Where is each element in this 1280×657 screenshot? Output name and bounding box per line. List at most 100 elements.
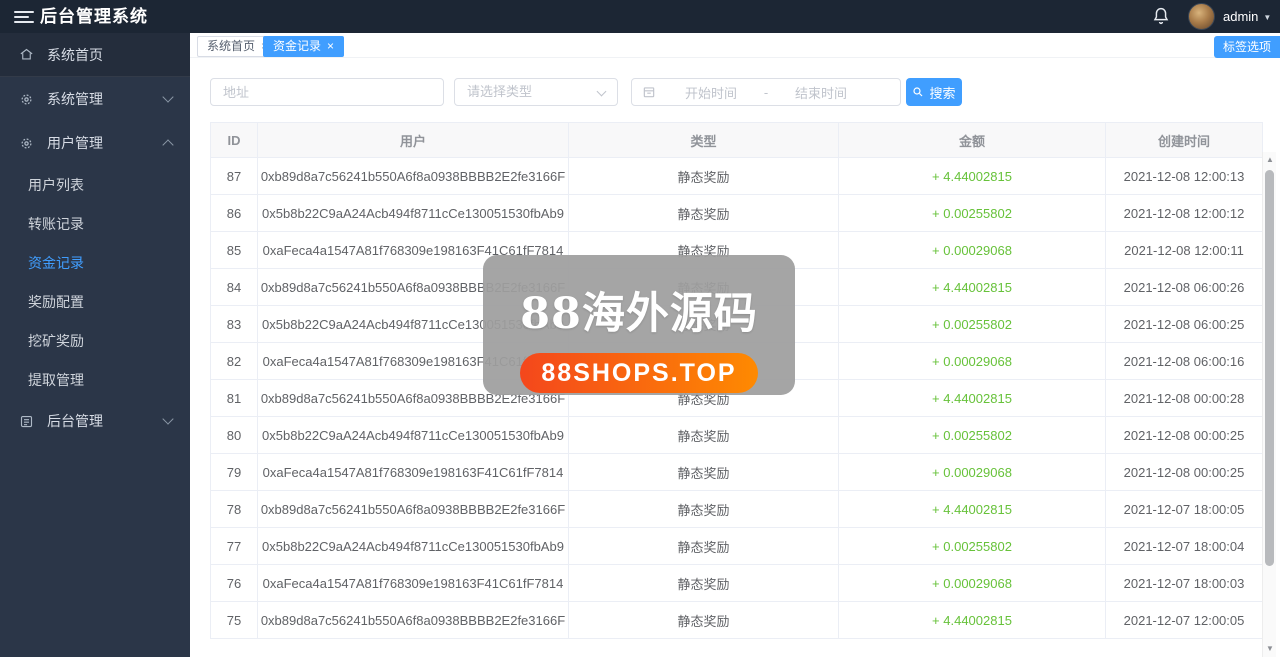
sidebar-item-user-mgmt[interactable]: 用户管理 [0,121,190,165]
chevron-up-icon [162,139,174,151]
sidebar-item-label: 奖励配置 [28,293,84,310]
watermark-title: 88海外源码 [520,289,758,339]
cell-user: 0xb89d8a7c56241b550A6f8a0938BBBB2E2fe316… [257,157,569,195]
cell-id: 86 [210,194,258,232]
cell-user: 0xaFeca4a1547A81f768309e198163F41C61fF78… [257,564,569,602]
cell-user: 0x5b8b22C9aA24Acb494f8711cCe130051530fbA… [257,194,569,232]
sidebar-item-label: 后台管理 [47,413,103,429]
cell-created: 2021-12-08 12:00:13 [1105,157,1263,195]
cell-created: 2021-12-07 18:00:04 [1105,527,1263,565]
calendar-icon [642,85,656,99]
cell-amount: + 0.00029068 [838,231,1106,269]
scroll-up-arrow-icon[interactable]: ▲ [1263,154,1277,166]
gear-icon [18,91,34,107]
sidebar-item-reward-config[interactable]: 奖励配置 [0,282,190,321]
user-menu[interactable]: admin ▼ [1223,0,1271,33]
column-header-amount: 金额 [838,122,1106,158]
cell-created: 2021-12-08 00:00:25 [1105,453,1263,491]
cell-type: 静态奖励 [568,416,839,454]
cell-amount: + 0.00255802 [838,305,1106,343]
tab-options-button[interactable]: 标签选项 [1213,36,1280,58]
cell-amount: + 4.44002815 [838,490,1106,528]
cell-amount: + 0.00029068 [838,342,1106,380]
sidebar-item-system-mgmt[interactable]: 系统管理 [0,77,190,121]
column-header-id: ID [210,122,258,158]
app-title: 后台管理系统 [40,7,148,26]
table-row: 78 0xb89d8a7c56241b550A6f8a0938BBBB2E2fe3… [210,490,1263,528]
sidebar-item-user-list[interactable]: 用户列表 [0,165,190,204]
user-avatar[interactable] [1188,3,1215,30]
cell-type: 静态奖励 [568,490,839,528]
tab-bar: 系统首页 × 资金记录 × 标签选项 [190,33,1280,58]
cell-created: 2021-12-07 12:00:05 [1105,601,1263,639]
menu-toggle-icon[interactable] [14,8,34,24]
scroll-down-arrow-icon[interactable]: ▼ [1263,643,1277,655]
cell-amount: + 0.00255802 [838,527,1106,565]
cell-id: 85 [210,231,258,269]
sidebar-item-label: 系统管理 [47,91,103,107]
chevron-down-icon [162,413,174,425]
sidebar-item-label: 系统首页 [47,46,103,63]
cell-type: 静态奖励 [568,564,839,602]
cell-created: 2021-12-08 06:00:25 [1105,305,1263,343]
close-icon[interactable]: × [327,39,334,53]
column-header-created: 创建时间 [1105,122,1263,158]
vertical-scrollbar[interactable]: ▲ ▼ [1262,152,1276,657]
cell-created: 2021-12-08 12:00:11 [1105,231,1263,269]
table-row: 79 0xaFeca4a1547A81f768309e198163F41C61fF… [210,453,1263,491]
cell-id: 76 [210,564,258,602]
sidebar-item-mining-rewards[interactable]: 挖矿奖励 [0,321,190,360]
table-row: 75 0xb89d8a7c56241b550A6f8a0938BBBB2E2fe3… [210,601,1263,639]
search-button[interactable]: 搜索 [906,78,962,106]
username: admin [1223,9,1259,24]
sidebar-item-home[interactable]: 系统首页 [0,33,190,77]
cell-id: 87 [210,157,258,195]
sidebar-item-label: 用户列表 [28,176,84,193]
gear-icon [18,135,34,151]
cell-type: 静态奖励 [568,453,839,491]
sidebar-item-label: 用户管理 [47,135,103,151]
cell-amount: + 4.44002815 [838,601,1106,639]
sidebar-item-backend-mgmt[interactable]: 后台管理 [0,399,190,443]
date-range-picker[interactable]: 开始时间 - 结束时间 [631,78,901,106]
cell-type: 静态奖励 [568,194,839,232]
list-icon [18,413,34,429]
sidebar-item-fund-records[interactable]: 资金记录 [0,243,190,282]
cell-amount: + 4.44002815 [838,268,1106,306]
address-input[interactable] [210,78,444,106]
sidebar-item-label: 资金记录 [28,254,84,271]
table-row: 76 0xaFeca4a1547A81f768309e198163F41C61fF… [210,564,1263,602]
table-header-row: ID 用户 类型 金额 创建时间 [210,122,1263,158]
watermark-overlay: 88海外源码 88SHOPS.TOP [483,255,795,395]
cell-amount: + 4.44002815 [838,379,1106,417]
cell-created: 2021-12-08 00:00:28 [1105,379,1263,417]
tab-label: 资金记录 [273,39,322,53]
cell-amount: + 0.00029068 [838,564,1106,602]
search-button-label: 搜索 [929,85,956,101]
cell-id: 80 [210,416,258,454]
chevron-down-icon [596,86,607,97]
table-row: 86 0x5b8b22C9aA24Acb494f8711cCe130051530f… [210,194,1263,232]
type-select[interactable]: 请选择类型 [454,78,618,106]
select-placeholder: 请选择类型 [467,84,533,99]
table-row: 77 0x5b8b22C9aA24Acb494f8711cCe130051530f… [210,527,1263,565]
cell-created: 2021-12-07 18:00:05 [1105,490,1263,528]
scrollbar-thumb[interactable] [1265,170,1274,566]
cell-id: 78 [210,490,258,528]
table-row: 87 0xb89d8a7c56241b550A6f8a0938BBBB2E2fe3… [210,157,1263,195]
cell-amount: + 4.44002815 [838,157,1106,195]
sidebar-item-label: 提取管理 [28,371,84,388]
notification-bell-icon[interactable] [1150,5,1172,27]
tab-fund-records[interactable]: 资金记录 × [263,36,345,57]
cell-type: 静态奖励 [568,601,839,639]
cell-type: 静态奖励 [568,157,839,195]
cell-amount: + 0.00255802 [838,194,1106,232]
sidebar-item-withdraw-mgmt[interactable]: 提取管理 [0,360,190,399]
cell-user: 0xaFeca4a1547A81f768309e198163F41C61fF78… [257,453,569,491]
cell-id: 84 [210,268,258,306]
cell-id: 77 [210,527,258,565]
cell-created: 2021-12-08 00:00:25 [1105,416,1263,454]
caret-down-icon: ▼ [1263,13,1272,22]
sidebar-item-transfer-records[interactable]: 转账记录 [0,204,190,243]
cell-created: 2021-12-08 06:00:16 [1105,342,1263,380]
